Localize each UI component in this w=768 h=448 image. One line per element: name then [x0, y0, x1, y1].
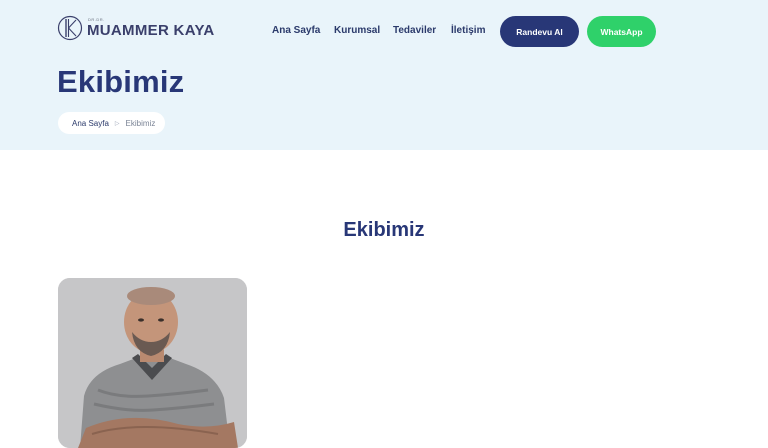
logo-name: MUAMMER KAYA — [87, 22, 215, 39]
doctor-portrait-image — [58, 278, 247, 448]
nav-item-iletisim[interactable]: İletişim — [451, 25, 485, 36]
whatsapp-button[interactable]: WhatsApp — [587, 16, 656, 47]
nav-item-kurumsal[interactable]: Kurumsal — [334, 25, 380, 36]
breadcrumb-current: Ekibimiz — [125, 118, 156, 128]
nav-item-tedaviler[interactable]: Tedaviler — [393, 25, 436, 36]
triangle-right-icon: ▷ — [114, 120, 120, 127]
appointment-button[interactable]: Randevu Al — [500, 16, 579, 47]
site-logo[interactable]: DR.DR. MUAMMER KAYA — [57, 14, 214, 42]
page-header: DR.DR. MUAMMER KAYA Ana Sayfa Kurumsal T… — [0, 0, 768, 150]
nav-item-ana-sayfa[interactable]: Ana Sayfa — [272, 25, 320, 36]
breadcrumb: Ana Sayfa ▷ Ekibimiz — [58, 112, 165, 134]
logo-monogram-icon — [57, 15, 83, 41]
team-section-title: Ekibimiz — [343, 219, 425, 241]
team-member-card[interactable] — [58, 278, 247, 448]
page-title: Ekibimiz — [57, 64, 185, 99]
breadcrumb-home-link[interactable]: Ana Sayfa — [72, 119, 109, 128]
